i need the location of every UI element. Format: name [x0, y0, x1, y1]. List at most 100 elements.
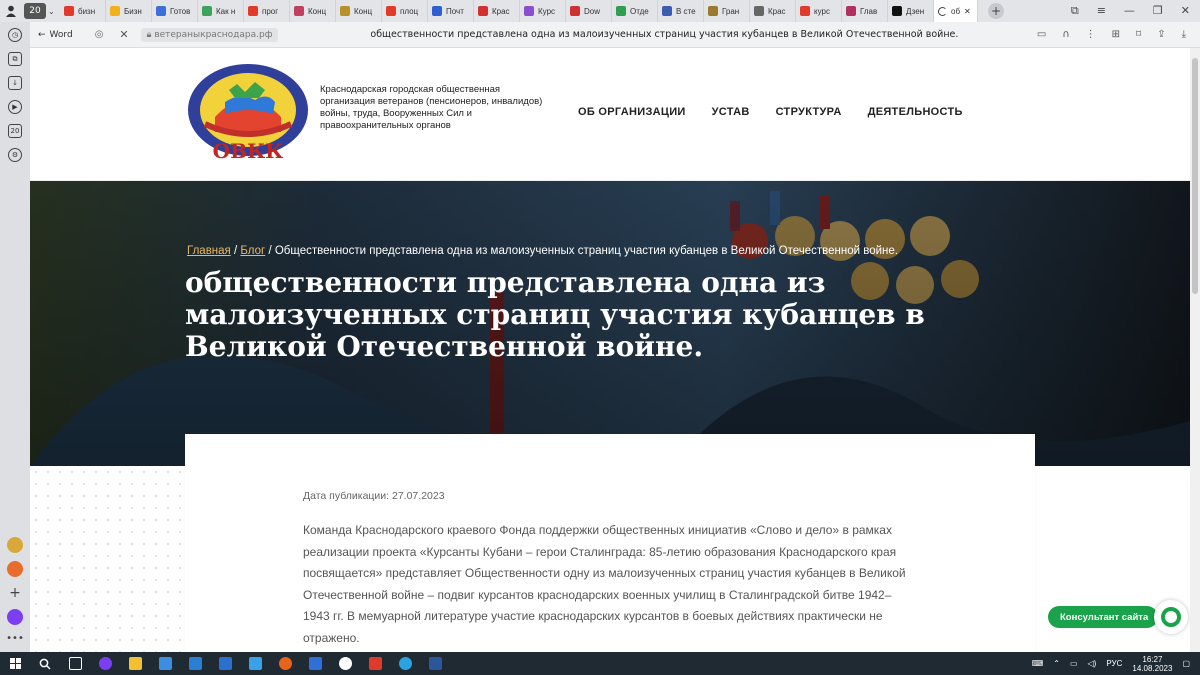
task-view-icon[interactable]: [60, 652, 90, 675]
bookmark-panel-icon[interactable]: ⧉: [1071, 4, 1079, 18]
store-icon[interactable]: [150, 652, 180, 675]
reader-mode-icon[interactable]: ▭: [1037, 29, 1046, 40]
history-icon[interactable]: ◷: [8, 28, 22, 42]
tabs-counter-icon[interactable]: 20: [8, 124, 22, 138]
tasks-icon[interactable]: [300, 652, 330, 675]
emblem-app-icon[interactable]: [6, 537, 23, 553]
maximize-icon[interactable]: ❐: [1153, 4, 1163, 18]
page-viewport: ОВКК Краснодарская городская общественна…: [30, 48, 1190, 652]
volume-icon[interactable]: ◁): [1088, 659, 1097, 668]
menu-icon[interactable]: ≡: [1097, 4, 1106, 18]
network-icon[interactable]: ▭: [1070, 659, 1078, 668]
tab-label: Dow: [584, 6, 601, 16]
browser-tab[interactable]: курс: [796, 0, 842, 22]
scrollbar-thumb[interactable]: [1192, 58, 1198, 294]
terminal-icon[interactable]: [210, 652, 240, 675]
browser-tab[interactable]: Отде: [612, 0, 658, 22]
nav-charter[interactable]: УСТАВ: [712, 106, 750, 118]
minimize-icon[interactable]: —: [1124, 4, 1135, 18]
downloads-icon[interactable]: ↓: [8, 76, 22, 90]
browser-tab[interactable]: Курс: [520, 0, 566, 22]
extensions-icon[interactable]: ⊞: [1112, 29, 1120, 40]
telegram-icon[interactable]: [390, 652, 420, 675]
consultant-label: Консультант сайта: [1060, 611, 1149, 623]
browser-tab[interactable]: Гран: [704, 0, 750, 22]
translate-icon[interactable]: ⋮: [1086, 29, 1096, 40]
browser-tab[interactable]: Dow: [566, 0, 612, 22]
consultant-button[interactable]: Консультант сайта: [1048, 606, 1158, 628]
chevron-down-icon[interactable]: ⌄: [48, 7, 60, 16]
browser-tab[interactable]: Конц: [290, 0, 336, 22]
tab-favicon-icon: [64, 6, 74, 16]
browser-tab[interactable]: Бизн: [106, 0, 152, 22]
more-icon[interactable]: •••: [6, 633, 24, 644]
tab-favicon-icon: [340, 6, 350, 16]
browser-tab[interactable]: Крас: [474, 0, 520, 22]
windows-taskbar: ⌨ ⌃ ▭ ◁) РУС 16:27 14.08.2023 ▢: [0, 652, 1200, 675]
browser-tab[interactable]: Как н: [198, 0, 244, 22]
download-icon[interactable]: ⤓: [1182, 29, 1186, 40]
browser-tab[interactable]: прог: [244, 0, 290, 22]
chevron-up-icon[interactable]: ⌃: [1053, 659, 1060, 668]
back-button[interactable]: ← Word: [38, 30, 73, 40]
browser-tab[interactable]: Глав: [842, 0, 888, 22]
alice-taskbar-icon[interactable]: [90, 652, 120, 675]
nav-about[interactable]: ОБ ОРГАНИЗАЦИИ: [578, 106, 686, 118]
headphones-icon[interactable]: ∩: [1062, 29, 1069, 40]
start-button[interactable]: [0, 658, 30, 669]
clock[interactable]: 16:27 14.08.2023: [1132, 655, 1172, 673]
alice-icon[interactable]: [6, 609, 23, 625]
browser-tab[interactable]: бизн: [60, 0, 106, 22]
publication-date: Дата публикации: 27.07.2023: [303, 490, 445, 502]
lock-icon: 🔒︎: [146, 29, 152, 40]
browser-tab[interactable]: Конц: [336, 0, 382, 22]
tab-favicon-icon: [248, 6, 258, 16]
yandex-icon[interactable]: [360, 652, 390, 675]
active-tab-label: об: [951, 6, 961, 16]
organization-logo[interactable]: ОВКК: [185, 62, 311, 164]
share-icon[interactable]: ⇪: [1157, 29, 1165, 40]
window-close-icon[interactable]: ✕: [1181, 4, 1190, 18]
bookmark-icon[interactable]: ⌑: [1136, 29, 1141, 40]
tab-counter[interactable]: 20: [24, 3, 46, 19]
chat-icon[interactable]: [1154, 600, 1188, 634]
settings-icon[interactable]: ⚙: [8, 148, 22, 162]
loading-icon: [938, 6, 947, 16]
url-field[interactable]: 🔒︎ ветераныкраснодара.рф: [140, 27, 279, 42]
notifications-icon[interactable]: ▢: [1182, 659, 1190, 668]
breadcrumb-blog[interactable]: Блог: [240, 245, 265, 257]
calendar-icon[interactable]: [240, 652, 270, 675]
page-title-in-address[interactable]: общественности представлена одна из мало…: [370, 29, 958, 40]
yandex-browser-icon[interactable]: [330, 652, 360, 675]
language-indicator[interactable]: РУС: [1106, 659, 1122, 668]
new-tab-button[interactable]: +: [988, 3, 1004, 19]
firefox-icon[interactable]: [270, 652, 300, 675]
browser-tab[interactable]: Дзен: [888, 0, 934, 22]
active-tab[interactable]: об ✕: [934, 0, 978, 22]
browser-tab[interactable]: В сте: [658, 0, 704, 22]
profile-icon[interactable]: [0, 5, 22, 17]
play-icon[interactable]: ▶: [8, 100, 22, 114]
browser-tab[interactable]: Крас: [750, 0, 796, 22]
tab-favicon-icon: [708, 6, 718, 16]
add-app-icon[interactable]: +: [9, 585, 21, 601]
browser-tab[interactable]: Почт: [428, 0, 474, 22]
close-icon[interactable]: ✕: [964, 7, 971, 16]
collections-icon[interactable]: ⧉: [8, 52, 22, 66]
stop-icon[interactable]: ✕: [119, 28, 128, 41]
search-icon[interactable]: [30, 652, 60, 675]
browser-tab[interactable]: плоц: [382, 0, 428, 22]
word-icon[interactable]: [420, 652, 450, 675]
game-app-icon[interactable]: [6, 561, 23, 577]
protect-icon[interactable]: ◎: [95, 29, 104, 40]
nav-activity[interactable]: ДЕЯТЕЛЬНОСТЬ: [868, 106, 963, 118]
tab-favicon-icon: [662, 6, 672, 16]
breadcrumb-home[interactable]: Главная: [187, 245, 231, 257]
hero-banner: Главная / Блог / Общественности представ…: [30, 181, 1190, 466]
nav-structure[interactable]: СТРУКТУРА: [776, 106, 842, 118]
mail-icon[interactable]: [180, 652, 210, 675]
browser-tab[interactable]: Готов: [152, 0, 198, 22]
file-explorer-icon[interactable]: [120, 652, 150, 675]
page-scrollbar[interactable]: [1190, 48, 1200, 652]
keyboard-icon[interactable]: ⌨: [1032, 659, 1044, 668]
